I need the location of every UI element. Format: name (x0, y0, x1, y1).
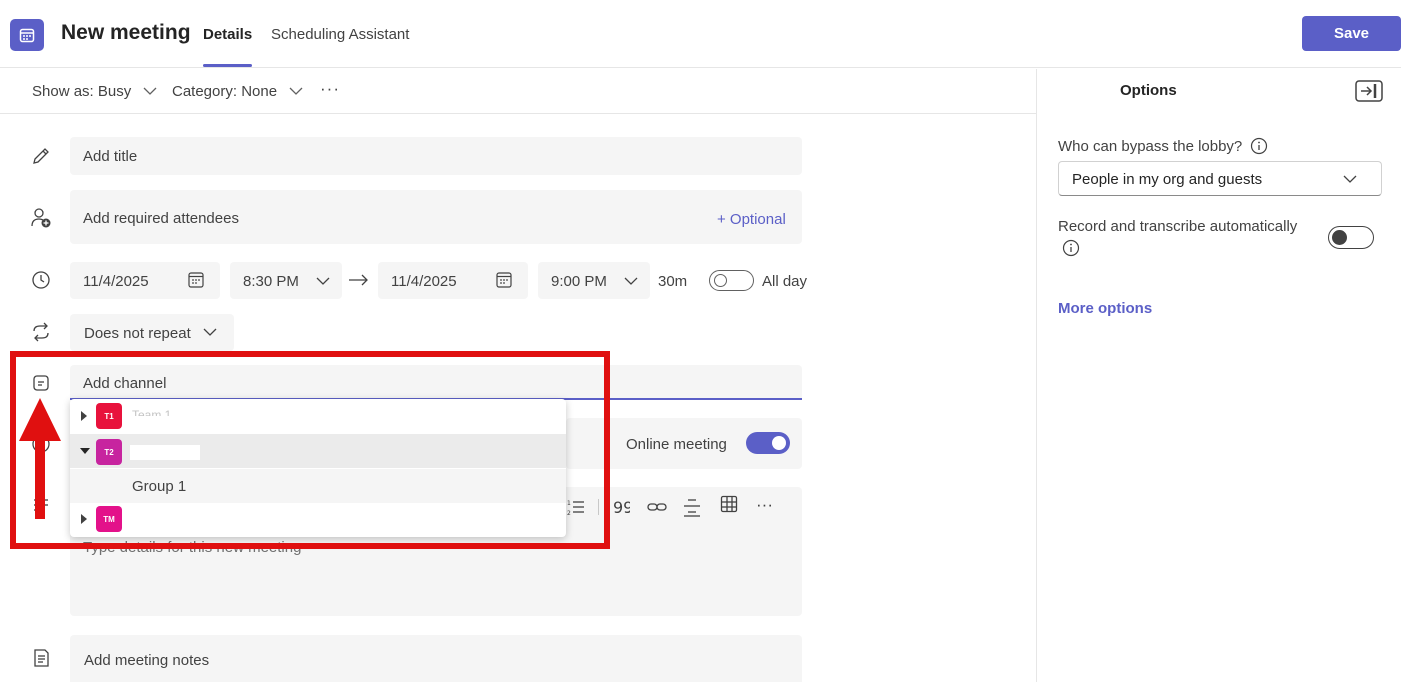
show-as-dropdown[interactable]: Show as: Busy (32, 83, 157, 100)
notes-icon (34, 649, 49, 667)
page-title: New meeting (61, 21, 191, 44)
more-options-link[interactable]: More options (1058, 300, 1152, 317)
online-meeting-label: Online meeting (626, 436, 727, 453)
tab-details[interactable]: Details (203, 26, 252, 43)
chevron-down-icon (1343, 175, 1357, 183)
notes-input[interactable]: Add meeting notes (70, 635, 802, 682)
category-dropdown[interactable]: Category: None (172, 83, 303, 100)
lobby-label: Who can bypass the lobby? (1058, 137, 1268, 155)
more-options-button[interactable]: ··· (320, 79, 340, 99)
chevron-down-icon (624, 277, 638, 285)
save-button[interactable]: Save (1302, 16, 1401, 51)
svg-text:99: 99 (613, 498, 630, 517)
record-toggle[interactable] (1328, 226, 1374, 249)
more-formatting-button[interactable]: ··· (756, 495, 773, 515)
all-day-label: All day (762, 273, 808, 290)
tab-scheduling-assistant[interactable]: Scheduling Assistant (271, 26, 409, 43)
end-time-value: 9:00 PM (551, 273, 607, 290)
end-date-picker[interactable]: 11/4/2025 (378, 262, 528, 299)
horizontal-rule-icon[interactable] (682, 496, 702, 518)
online-meeting-toggle[interactable] (746, 432, 790, 454)
toggle-knob (714, 274, 727, 287)
start-date-value: 11/4/2025 (83, 273, 149, 290)
notes-placeholder: Add meeting notes (84, 652, 210, 669)
lobby-select-value: People in my org and guests (1072, 171, 1263, 188)
start-time-picker[interactable]: 8:30 PM (230, 262, 342, 299)
options-title: Options (1120, 82, 1177, 99)
highlight-box (10, 351, 610, 549)
repeat-value: Does not repeat (84, 325, 191, 342)
category-label: Category: None (172, 83, 278, 100)
all-day-toggle[interactable] (709, 270, 754, 291)
record-label: Record and transcribe automatically (1058, 218, 1298, 235)
end-time-picker[interactable]: 9:00 PM (538, 262, 650, 299)
header-bar: New meeting Details Scheduling Assistant… (0, 0, 1401, 68)
table-icon[interactable] (720, 495, 738, 513)
chevron-down-icon (143, 87, 157, 95)
duration-label: 30m (658, 273, 688, 290)
lobby-select[interactable]: People in my org and guests (1058, 161, 1382, 196)
repeat-dropdown[interactable]: Does not repeat (70, 314, 234, 351)
chevron-down-icon (203, 328, 217, 336)
toggle-knob (772, 436, 786, 450)
chevron-down-icon (289, 87, 303, 95)
meeting-toolbar: Show as: Busy Category: None ··· (0, 69, 1036, 114)
link-icon[interactable] (646, 498, 668, 516)
clock-icon (32, 271, 50, 289)
chevron-down-icon (316, 277, 330, 285)
start-time-value: 8:30 PM (243, 273, 299, 290)
end-date-value: 11/4/2025 (391, 273, 457, 290)
title-placeholder: Add title (83, 148, 138, 165)
attendees-placeholder: Add required attendees (83, 210, 239, 227)
attendees-input[interactable]: Add required attendees + Optional (70, 190, 802, 244)
arrow-up-icon (19, 398, 61, 519)
optional-attendees-link[interactable]: + Optional (717, 211, 786, 228)
active-tab-indicator (203, 64, 252, 67)
toggle-knob (1332, 230, 1347, 245)
repeat-icon (33, 322, 49, 342)
quote-icon[interactable]: 99 (612, 497, 630, 517)
calendar-icon (10, 19, 44, 51)
info-icon[interactable] (1250, 137, 1268, 155)
calendar-icon (188, 272, 204, 288)
info-icon[interactable] (1062, 239, 1080, 257)
add-person-icon (31, 208, 51, 228)
arrow-right-icon (349, 274, 368, 286)
options-panel: Options Who can bypass the lobby? People… (1036, 69, 1401, 682)
title-input[interactable]: Add title (70, 137, 802, 175)
collapse-panel-icon[interactable] (1355, 80, 1383, 102)
pencil-icon (33, 148, 49, 164)
start-date-picker[interactable]: 11/4/2025 (70, 262, 220, 299)
show-as-label: Show as: Busy (32, 83, 132, 100)
calendar-icon (496, 272, 512, 288)
